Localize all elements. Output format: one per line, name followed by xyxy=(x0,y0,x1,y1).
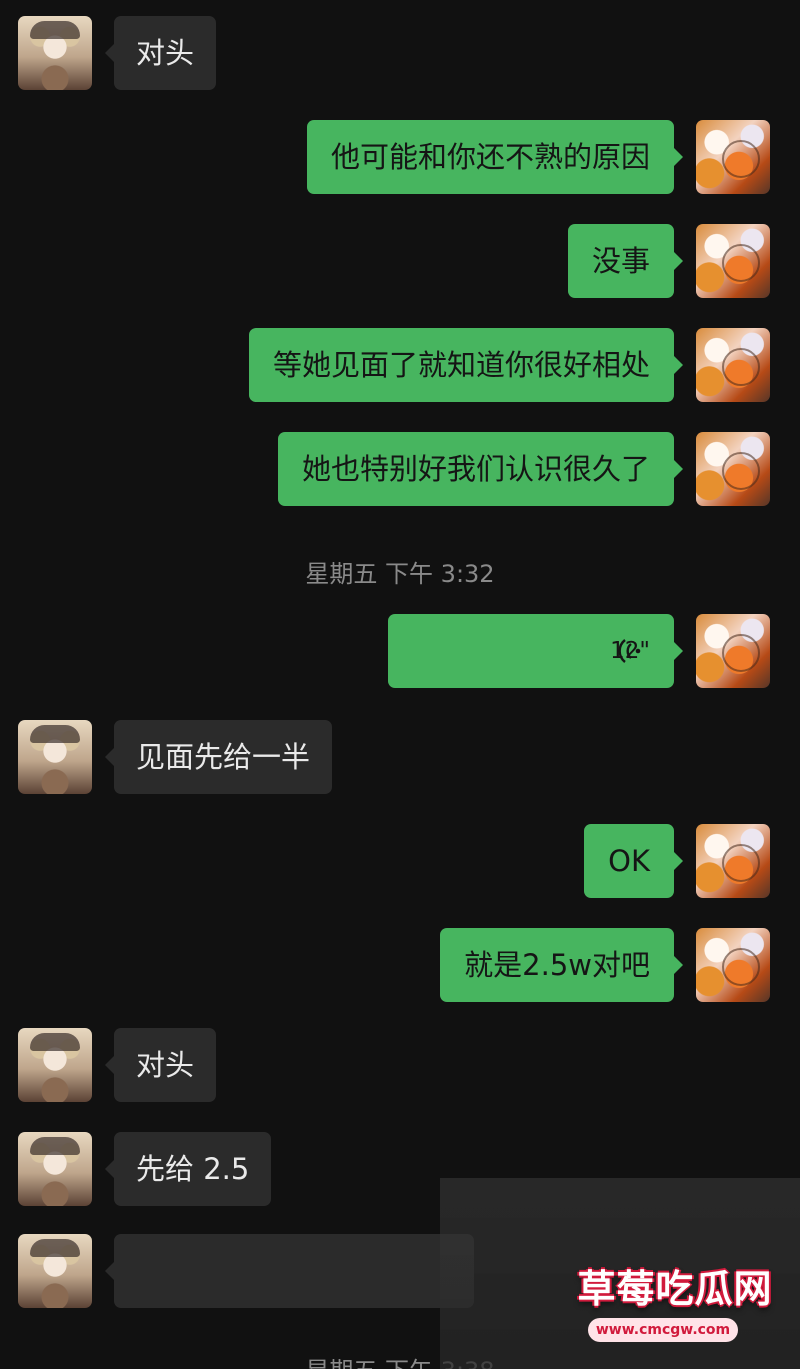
voice-message-bubble[interactable]: 12" xyxy=(388,614,683,688)
contact-avatar[interactable] xyxy=(18,720,92,794)
message-bubble[interactable]: 等她见面了就知道你很好相处 xyxy=(248,328,684,402)
message-row-incoming: 见面先给一半 xyxy=(0,720,800,794)
message-bubble[interactable]: 她也特别好我们认识很久了 xyxy=(277,432,684,506)
self-avatar[interactable] xyxy=(696,432,770,506)
message-row-incoming: 对头 xyxy=(0,1028,800,1102)
chat-timestamp: 星期五 下午 3:32 xyxy=(305,560,495,588)
message-row-outgoing: 他可能和你还不熟的原因 xyxy=(0,120,800,194)
self-avatar[interactable] xyxy=(696,328,770,402)
message-bubble[interactable]: 就是2.5w对吧 xyxy=(440,928,683,1002)
self-avatar[interactable] xyxy=(696,614,770,688)
contact-avatar[interactable] xyxy=(18,1028,92,1102)
self-avatar[interactable] xyxy=(696,928,770,1002)
message-bubble[interactable]: OK xyxy=(584,824,683,898)
self-avatar[interactable] xyxy=(696,120,770,194)
message-bubble[interactable]: 没事 xyxy=(567,224,684,298)
message-row-outgoing: 她也特别好我们认识很久了 xyxy=(0,432,800,506)
contact-avatar[interactable] xyxy=(18,16,92,90)
watermark-logo: 草莓吃瓜网 xyxy=(577,1267,773,1311)
message-bubble[interactable]: 他可能和你还不熟的原因 xyxy=(306,120,684,194)
self-avatar[interactable] xyxy=(696,224,770,298)
message-bubble[interactable]: 见面先给一半 xyxy=(104,720,333,794)
message-row-outgoing: 就是2.5w对吧 xyxy=(0,928,800,1002)
message-row-outgoing: 没事 xyxy=(0,224,800,298)
contact-avatar[interactable] xyxy=(18,1234,92,1308)
message-bubble[interactable]: 对头 xyxy=(104,1028,217,1102)
contact-avatar[interactable] xyxy=(18,1132,92,1206)
watermark-url: www.cmcgw.com xyxy=(588,1318,738,1342)
message-bubble-obscured[interactable] xyxy=(105,1234,474,1308)
message-row-outgoing: OK xyxy=(0,824,800,898)
message-bubble[interactable]: 对头 xyxy=(104,16,217,90)
message-bubble[interactable]: 先给 2.5 xyxy=(104,1132,272,1206)
message-row-incoming: 对头 xyxy=(0,16,800,90)
message-row-outgoing: 等她见面了就知道你很好相处 xyxy=(0,328,800,402)
self-avatar[interactable] xyxy=(696,824,770,898)
message-row-outgoing: 12" xyxy=(0,614,800,688)
voice-wave-icon xyxy=(618,639,641,663)
